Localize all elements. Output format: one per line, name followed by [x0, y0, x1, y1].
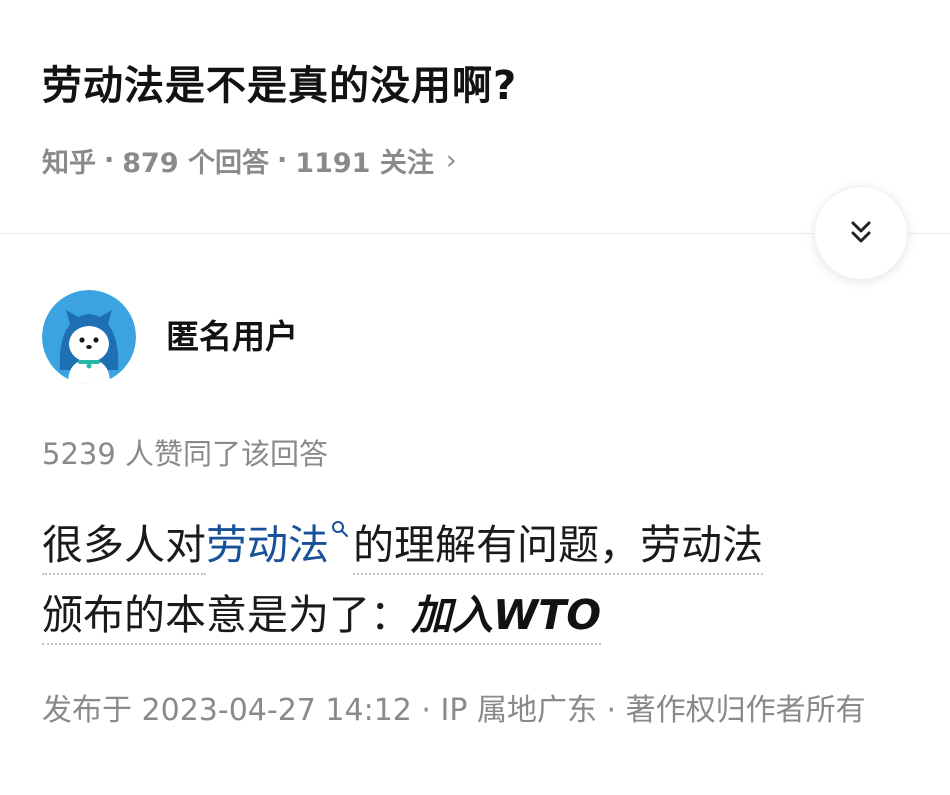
- collapse-button[interactable]: [814, 186, 908, 280]
- answer-count: 879 个回答: [122, 147, 270, 179]
- meta-separator: ·: [277, 144, 288, 176]
- avatar[interactable]: [42, 290, 136, 384]
- answer-text: 颁布的本意是为了：加入WTO: [42, 591, 602, 645]
- answer-line: 很多人对劳动法 的理解有问题，劳动法: [42, 510, 902, 580]
- keyword-search-link[interactable]: 劳动法: [206, 521, 353, 569]
- keyword-text: 劳动法: [206, 521, 329, 569]
- follower-count: 1191 关注: [295, 147, 434, 179]
- header-divider: [0, 233, 950, 234]
- answer-emphasis: 加入WTO: [411, 591, 602, 639]
- search-icon: [332, 521, 348, 537]
- answer-body: 很多人对劳动法 的理解有问题，劳动法 颁布的本意是为了：加入WTO: [42, 510, 902, 650]
- meta-separator: ·: [104, 144, 115, 176]
- answer-line: 颁布的本意是为了：加入WTO: [42, 580, 902, 650]
- answer-text-plain: 颁布的本意是为了：: [42, 591, 411, 639]
- anonymous-user-avatar-icon: [42, 290, 136, 384]
- source-label: 知乎: [42, 147, 96, 179]
- upvote-count: 5239 人赞同了该回答: [42, 437, 329, 471]
- double-chevron-down-icon: [851, 221, 871, 243]
- answer-text: 很多人对: [42, 521, 206, 575]
- answer-text: 的理解有问题，劳动法: [353, 521, 763, 575]
- question-title[interactable]: 劳动法是不是真的没用啊?: [42, 58, 517, 114]
- chevron-right-icon: ›: [445, 144, 457, 176]
- author-name[interactable]: 匿名用户: [166, 314, 298, 360]
- publish-info: 发布于 2023-04-27 14:12 · IP 属地广东 · 著作权归作者所…: [42, 693, 866, 728]
- question-meta-row[interactable]: 知乎 · 879 个回答 · 1191 关注 ›: [42, 140, 457, 180]
